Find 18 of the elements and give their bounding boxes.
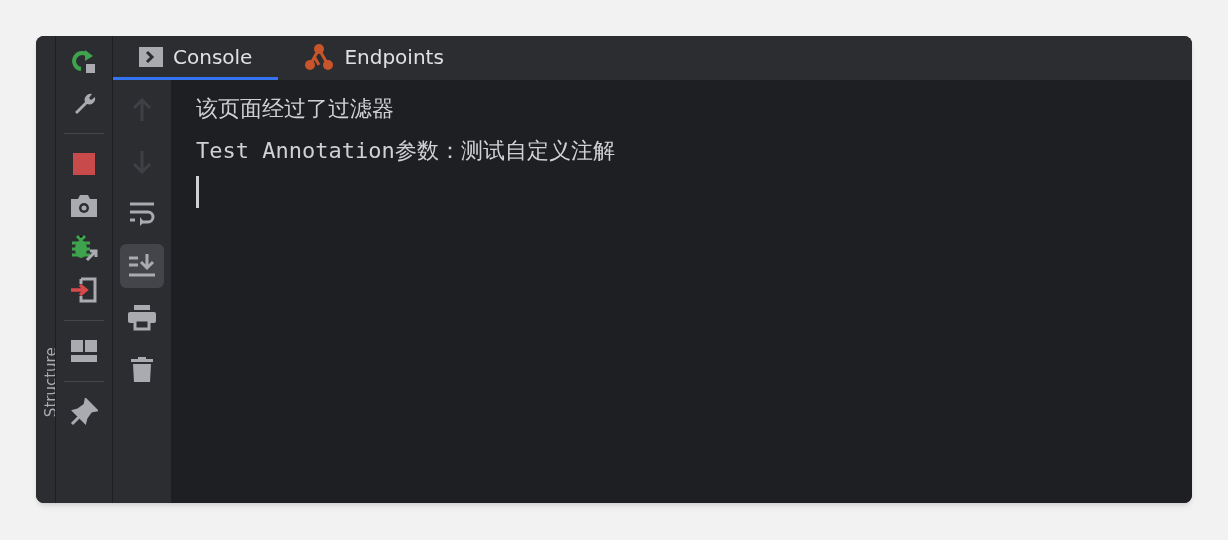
text-cursor bbox=[196, 176, 199, 208]
tab[interactable]: Endpoints bbox=[278, 36, 470, 80]
soft-wrap-icon[interactable] bbox=[129, 201, 155, 227]
rerun-icon[interactable] bbox=[71, 47, 97, 75]
console-line: 该页面经过了过滤器 bbox=[196, 95, 394, 123]
printer-icon[interactable] bbox=[128, 305, 156, 331]
bug-icon[interactable] bbox=[69, 234, 99, 262]
layout-icon[interactable] bbox=[71, 340, 97, 362]
terminal-icon bbox=[139, 46, 163, 67]
console-line: Test Annotation参数：测试自定义注解 bbox=[196, 137, 615, 165]
camera-icon[interactable] bbox=[69, 193, 99, 219]
pin-icon[interactable] bbox=[70, 398, 98, 426]
exit-icon[interactable] bbox=[70, 276, 98, 304]
network-icon bbox=[304, 42, 335, 71]
trash-icon[interactable] bbox=[131, 357, 153, 383]
structure-tab[interactable]: Structure bbox=[39, 346, 55, 417]
scroll-to-end-icon[interactable] bbox=[129, 254, 155, 278]
action-button[interactable] bbox=[120, 244, 164, 288]
